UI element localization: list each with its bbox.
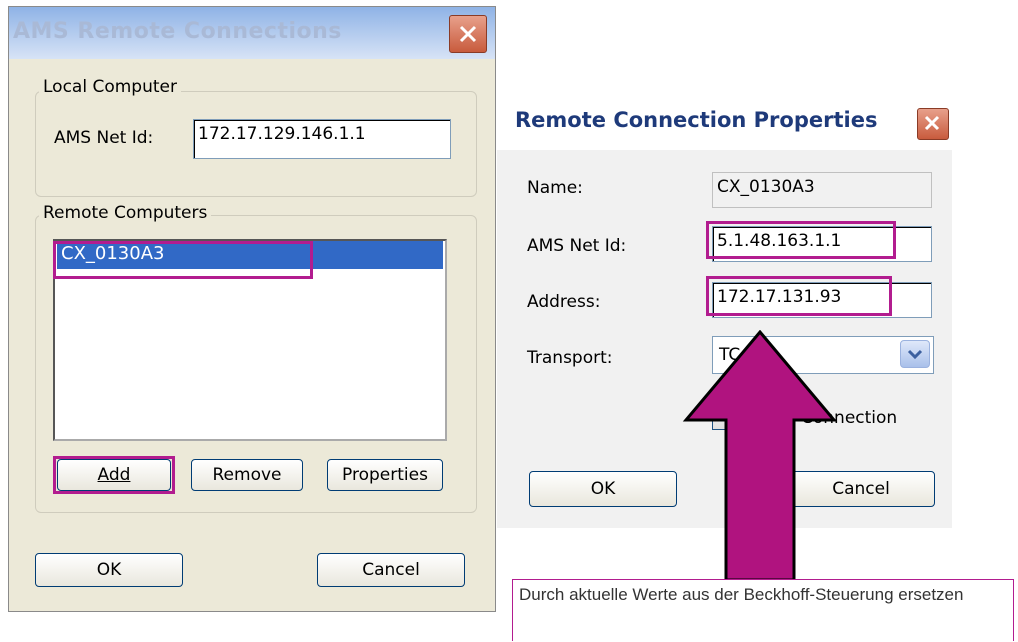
transport-label: Transport: [527,348,613,368]
dropdown-button[interactable] [900,340,930,368]
ams-net-id-label: AMS Net Id: [54,128,154,148]
ams-net-id-field[interactable]: 172.17.129.146.1.1 [193,119,451,159]
address-label: Address: [527,292,601,312]
highlight-address [706,276,892,316]
chevron-down-icon [907,349,923,360]
title-bar: Remote Connection Properties [497,90,952,150]
ams-remote-connections-dialog: AMS Remote Connections Local Computer AM… [8,6,496,612]
name-label: Name: [527,178,583,198]
highlight-remote-item [53,241,313,279]
ok-button[interactable]: OK [35,553,183,587]
remote-computers-label: Remote Computers [39,203,212,223]
properties-button[interactable]: Properties [327,459,443,491]
annotation-note: Durch aktuelle Werte aus der Beckhoff-St… [512,579,1014,641]
local-computer-label: Local Computer [39,77,181,97]
name-field[interactable]: CX_0130A3 [712,172,932,208]
highlight-add-button [53,456,175,494]
cancel-button-label: Cancel [362,560,420,580]
ok-button-label: OK [96,560,122,580]
dialog-title: Remote Connection Properties [515,108,878,132]
up-arrow-icon [682,330,838,582]
ok-button-label: OK [590,479,616,499]
remove-button-label: Remove [212,465,282,485]
title-bar: AMS Remote Connections [9,7,495,59]
cancel-button[interactable]: Cancel [317,553,465,587]
remove-button[interactable]: Remove [191,459,303,491]
highlight-ams-net-id [706,221,896,259]
close-icon [459,25,477,43]
dialog-title: AMS Remote Connections [13,19,342,44]
close-button[interactable] [917,108,949,140]
properties-button-label: Properties [342,465,428,485]
ok-button[interactable]: OK [529,471,677,507]
close-button[interactable] [449,15,487,53]
cancel-button-label: Cancel [832,479,890,499]
ams-net-id-label: AMS Net Id: [527,236,627,256]
close-icon [924,115,940,131]
